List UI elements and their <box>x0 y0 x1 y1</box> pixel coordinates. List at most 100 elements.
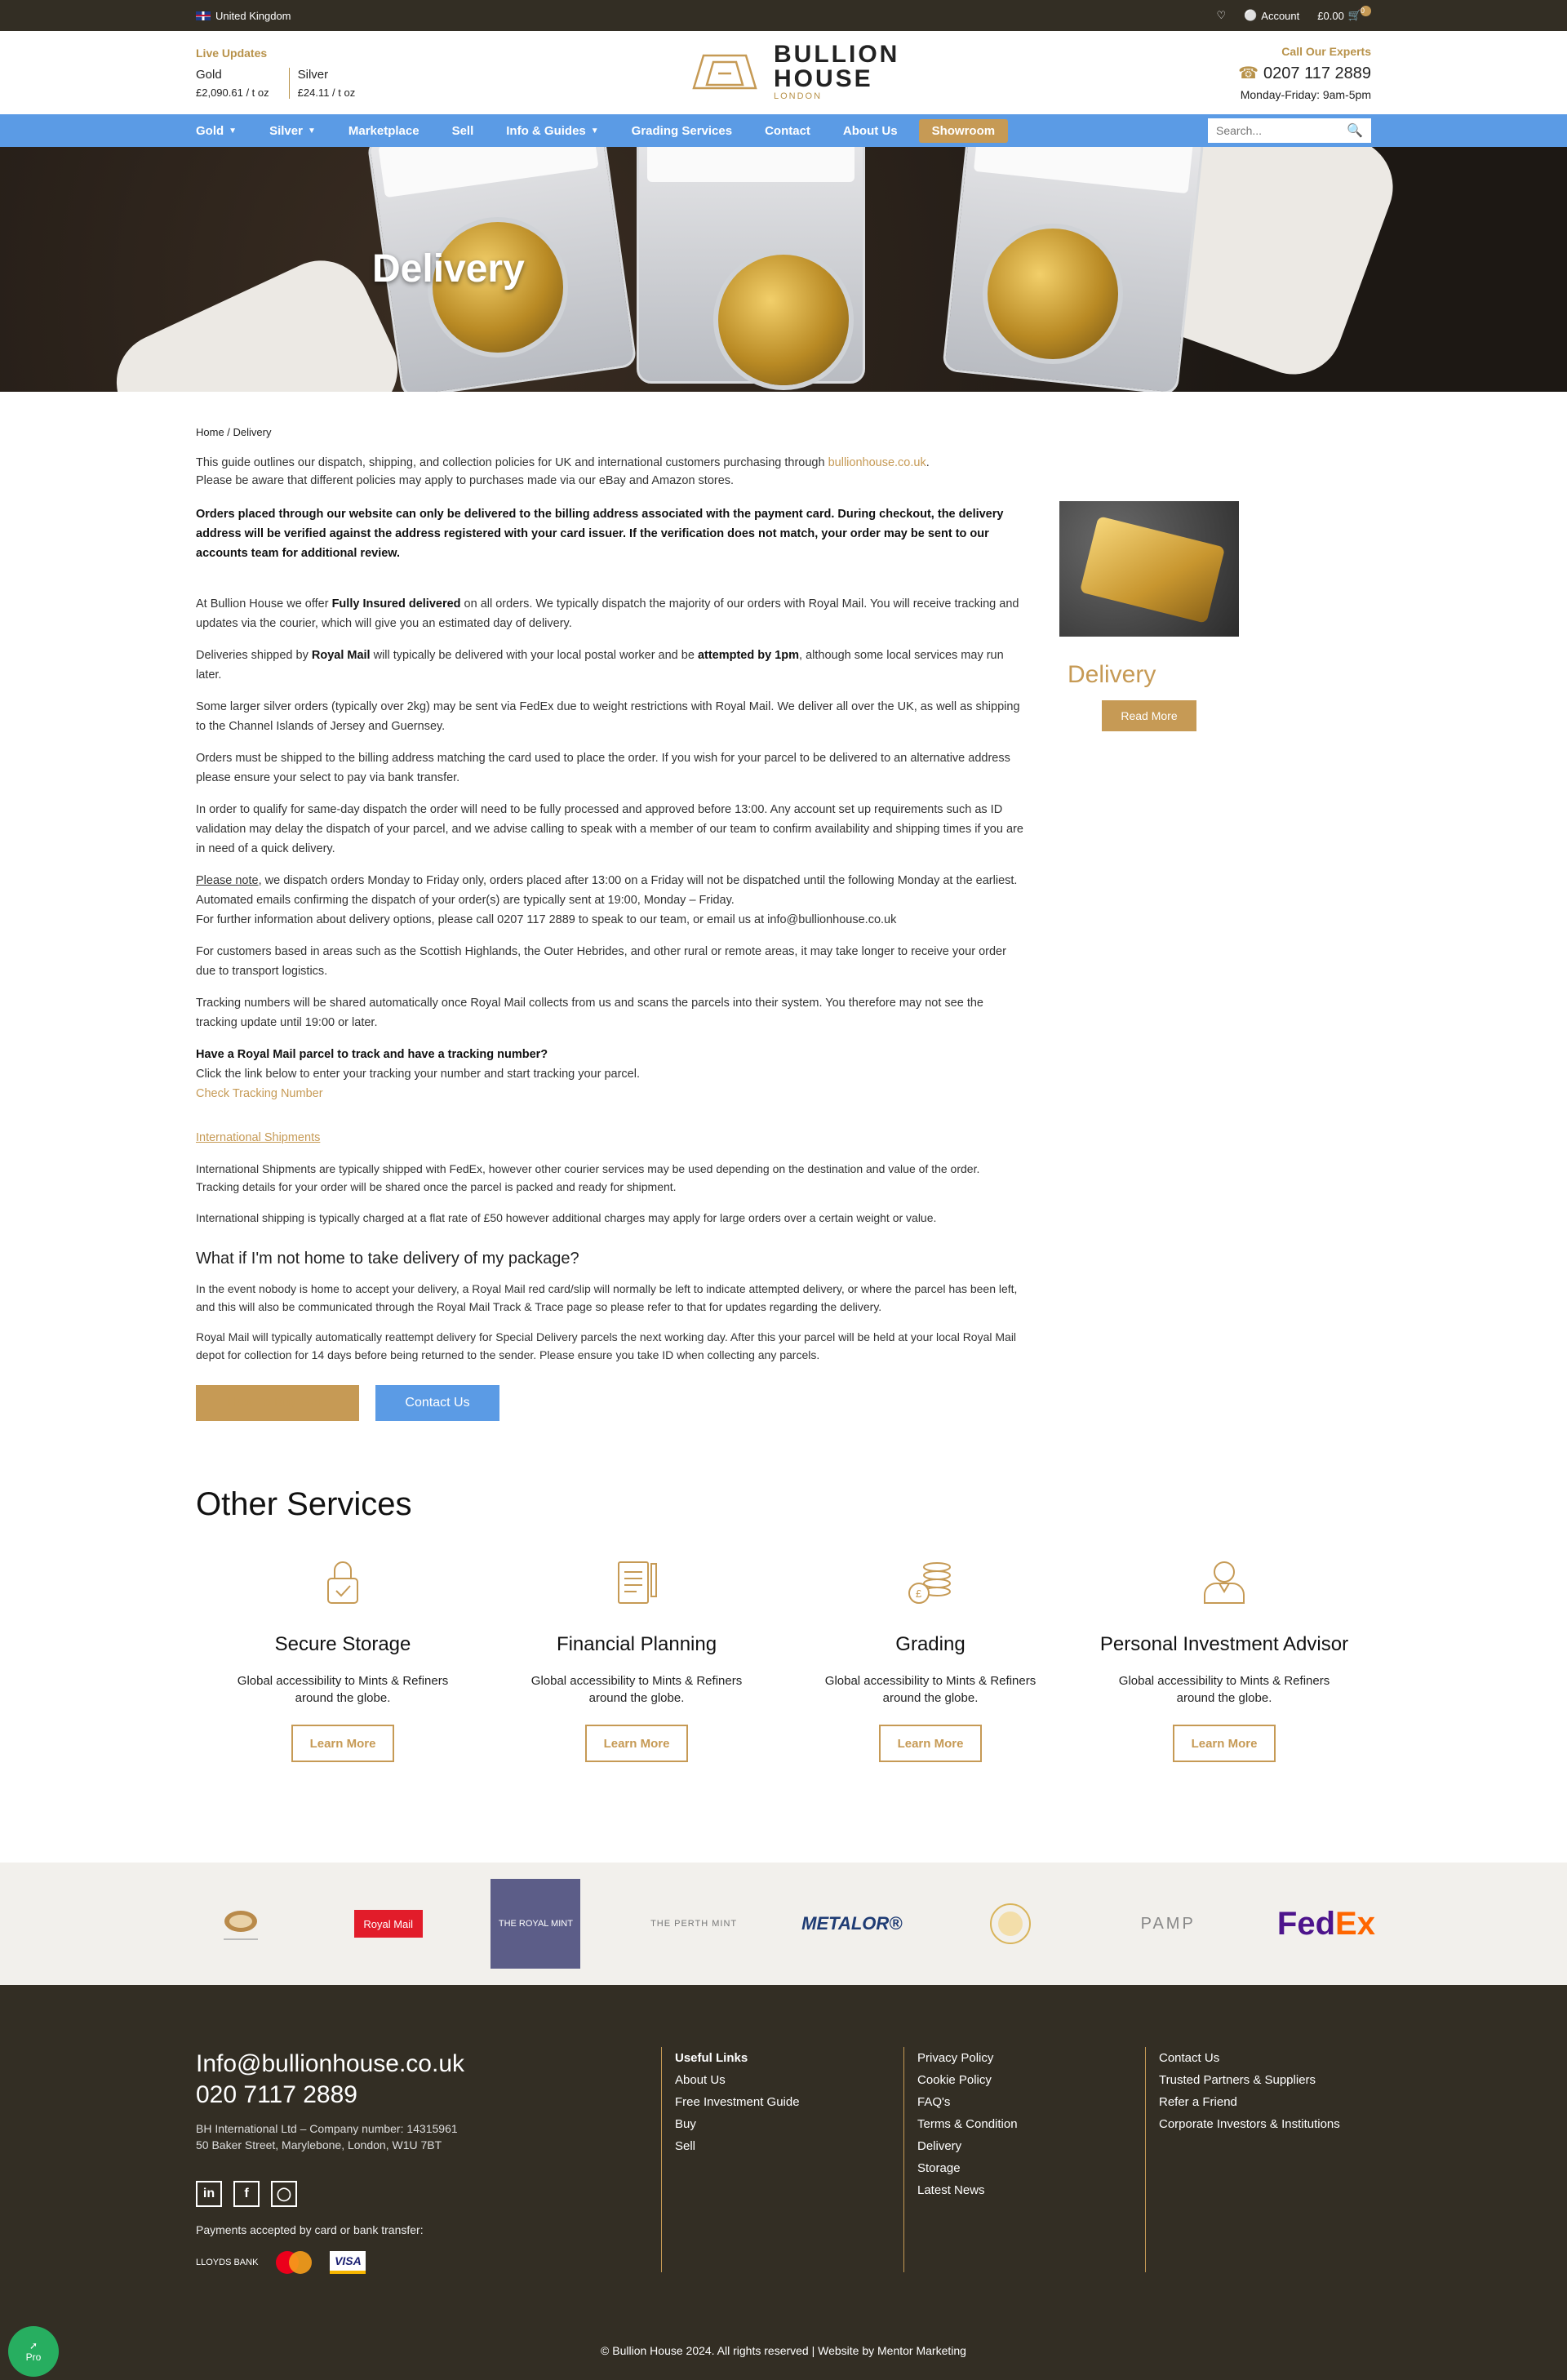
not-home-paragraph-1: In the event nobody is home to accept yo… <box>196 1282 1018 1313</box>
nav-silver[interactable]: Silver ▼ <box>269 124 316 138</box>
read-more-button[interactable]: Read More <box>1102 700 1196 731</box>
account-link[interactable]: ⚪ Account <box>1244 9 1299 22</box>
royal-mail-paragraph: Deliveries shipped by Royal Mail will ty… <box>196 646 1027 685</box>
footer-link-buy[interactable]: Buy <box>675 2113 800 2135</box>
metalor-logo: METALOR® <box>801 1913 903 1934</box>
same-day-paragraph: In order to qualify for same-day dispatc… <box>196 803 1023 855</box>
pro-label: Pro <box>25 2351 42 2363</box>
search-input[interactable] <box>1216 124 1347 137</box>
footer-link-sell[interactable]: Sell <box>675 2135 800 2157</box>
intro-text: This guide outlines our dispatch, shippi… <box>196 456 828 469</box>
footer-phone[interactable]: 020 7117 2889 <box>196 2080 464 2111</box>
nav-sell[interactable]: Sell <box>452 124 474 138</box>
learn-more-button[interactable]: Learn More <box>291 1725 394 1762</box>
p1-text: At Bullion House we offer <box>196 597 332 611</box>
company-info: BH International Ltd – Company number: 1… <box>196 2120 464 2153</box>
other-services: Other Services Secure Storage Global acc… <box>0 1486 1567 1762</box>
footer-link-delivery[interactable]: Delivery <box>917 2135 1018 2157</box>
learn-more-button[interactable]: Learn More <box>1173 1725 1276 1762</box>
site-link[interactable]: bullionhouse.co.uk <box>828 456 926 469</box>
sidebar-card: Delivery Read More <box>1059 501 1239 731</box>
footer-link-storage[interactable]: Storage <box>917 2157 1018 2179</box>
uk-flag-icon <box>196 11 211 20</box>
instagram-icon[interactable]: ◯ <box>271 2181 297 2207</box>
footer-contact: Info@bullionhouse.co.uk 020 7117 2889 BH… <box>196 2049 464 2274</box>
footer-link-guide[interactable]: Free Investment Guide <box>675 2091 800 2113</box>
partner-logo-emblem <box>196 1879 286 1969</box>
chevron-down-icon: ▼ <box>307 126 316 135</box>
footer-col-policies: Privacy Policy Cookie Policy FAQ's Terms… <box>903 2047 1018 2272</box>
intl-paragraph-2: International shipping is typically char… <box>196 1211 937 1224</box>
silver-price: £24.11 / t oz <box>297 87 356 99</box>
footer-email[interactable]: Info@bullionhouse.co.uk <box>196 2049 464 2080</box>
service-card-personal-advisor: Personal Investment Advisor Global acces… <box>1077 1556 1371 1762</box>
footer-link-faq[interactable]: FAQ's <box>917 2091 1018 2113</box>
service-desc: Global accessibility to Mints & Refiners… <box>530 1674 743 1705</box>
footer-col-useful-links: Useful Links About Us Free Investment Gu… <box>661 2047 800 2272</box>
service-card-grading: £ Grading Global accessibility to Mints … <box>784 1556 1077 1762</box>
tracking-question: Have a Royal Mail parcel to track and ha… <box>196 1048 548 1061</box>
footer-link-about[interactable]: About Us <box>675 2069 800 2091</box>
lock-icon <box>327 1561 358 1604</box>
gold-coin-2 <box>718 255 849 385</box>
gold-price-block: Gold £2,090.61 / t oz <box>196 68 281 99</box>
gold-bar-logo-icon <box>692 54 757 90</box>
search-icon[interactable]: 🔍 <box>1347 122 1363 139</box>
linkedin-icon[interactable]: in <box>196 2181 222 2207</box>
nav-contact[interactable]: Contact <box>765 124 810 138</box>
p6-text-2: For further information about delivery o… <box>196 913 897 926</box>
nav-grading-services[interactable]: Grading Services <box>632 124 732 138</box>
learn-more-button[interactable]: Learn More <box>585 1725 688 1762</box>
top-bar: United Kingdom ♡ ⚪ Account £0.00 🛒 0 <box>0 0 1567 31</box>
account-label: Account <box>1261 9 1300 22</box>
footer-link-cookie[interactable]: Cookie Policy <box>917 2069 1018 2091</box>
how-to-buy-gold-button[interactable]: How To Buy Gold <box>196 1385 359 1421</box>
site-logo[interactable]: BULLION HOUSE LONDON <box>686 42 899 101</box>
notepad-icon <box>618 1561 657 1604</box>
pro-widget-button[interactable]: ➚ Pro <box>8 2326 59 2377</box>
nav-about-us[interactable]: About Us <box>843 124 898 138</box>
check-tracking-link[interactable]: Check Tracking Number <box>196 1087 323 1100</box>
header-phone[interactable]: 0207 117 2889 <box>1238 63 1371 83</box>
gold-price: £2,090.61 / t oz <box>196 87 269 99</box>
company-address: 50 Baker Street, Marylebone, London, W1U… <box>196 2138 442 2151</box>
nav-info-label: Info & Guides <box>506 123 586 138</box>
region-selector[interactable]: United Kingdom <box>196 10 291 22</box>
footer-link-partners[interactable]: Trusted Partners & Suppliers <box>1159 2069 1340 2091</box>
cart-link[interactable]: £0.00 🛒 0 <box>1317 5 1371 22</box>
wishlist-heart-icon[interactable]: ♡ <box>1216 9 1226 22</box>
cta-buttons: How To Buy Gold Contact Us <box>196 1385 1027 1421</box>
service-desc: Global accessibility to Mints & Refiners… <box>824 1674 1037 1705</box>
nav-marketplace[interactable]: Marketplace <box>348 124 419 138</box>
footer-link-news[interactable]: Latest News <box>917 2179 1018 2201</box>
glove-left <box>100 244 414 392</box>
footer-link-privacy[interactable]: Privacy Policy <box>917 2047 1018 2069</box>
international-shipments-link[interactable]: International Shipments <box>196 1131 320 1144</box>
partner-crest-logo <box>966 1879 1055 1969</box>
contact-us-button[interactable]: Contact Us <box>375 1385 499 1421</box>
svg-text:£: £ <box>916 1587 922 1600</box>
coin-stack-icon: £ <box>908 1562 951 1604</box>
site-footer: Info@bullionhouse.co.uk 020 7117 2889 BH… <box>0 1985 1567 2380</box>
footer-link-refer[interactable]: Refer a Friend <box>1159 2091 1340 2113</box>
footer-link-contact[interactable]: Contact Us <box>1159 2047 1340 2069</box>
nav-showroom-button[interactable]: Showroom <box>918 118 1009 143</box>
footer-link-corporate[interactable]: Corporate Investors & Institutions <box>1159 2113 1340 2135</box>
nav-info-guides[interactable]: Info & Guides ▼ <box>506 124 598 138</box>
nav-silver-label: Silver <box>269 123 303 138</box>
intl-text-2: Tracking details for your order will be … <box>196 1180 677 1193</box>
service-desc: Global accessibility to Mints & Refiners… <box>1118 1674 1330 1705</box>
content-area: Home / Delivery This guide outlines our … <box>0 423 1567 1421</box>
service-card-financial-planning: Financial Planning Global accessibility … <box>490 1556 784 1762</box>
page-title: Delivery <box>372 247 525 291</box>
nav-gold[interactable]: Gold ▼ <box>196 124 237 138</box>
breadcrumb-home[interactable]: Home <box>196 426 224 438</box>
footer-link-terms[interactable]: Terms & Condition <box>917 2113 1018 2135</box>
remote-areas-paragraph: For customers based in areas such as the… <box>196 945 1006 978</box>
facebook-icon[interactable]: f <box>233 2181 260 2207</box>
tracking-paragraph: Tracking numbers will be shared automati… <box>196 997 983 1029</box>
learn-more-button[interactable]: Learn More <box>879 1725 982 1762</box>
intl-paragraph-1: International Shipments are typically sh… <box>196 1160 1027 1196</box>
breadcrumb-separator: / <box>224 426 233 438</box>
footer-heading: Useful Links <box>675 2051 748 2065</box>
